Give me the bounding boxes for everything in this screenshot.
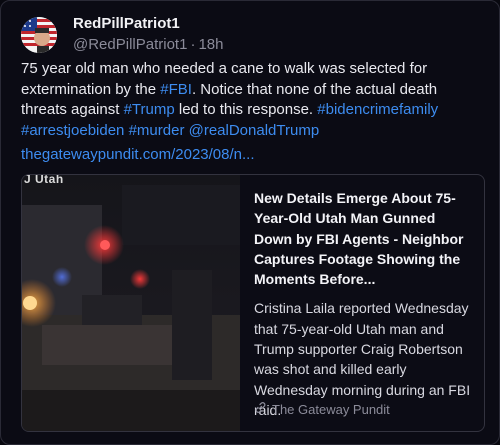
- post-url-link[interactable]: thegatewaypundit.com/2023/08/n...: [21, 145, 255, 165]
- link-preview-card[interactable]: J Utah New Details Emerge About 75-Year-…: [21, 174, 485, 432]
- meta-separator: ·: [190, 36, 196, 53]
- post-text-fragment: led to this response.: [174, 101, 318, 119]
- post-timestamp[interactable]: 18h: [198, 36, 223, 53]
- post-header: RedPillPatriot1 @RedPillPatriot1 · 18h: [21, 15, 223, 55]
- author-display-name[interactable]: RedPillPatriot1: [73, 15, 223, 33]
- author-meta: @RedPillPatriot1 · 18h: [73, 35, 223, 55]
- post-body-text: 75 year old man who needed a cane to wal…: [21, 59, 483, 141]
- link-preview-text: New Details Emerge About 75-Year-Old Uta…: [254, 188, 476, 420]
- post-card[interactable]: RedPillPatriot1 @RedPillPatriot1 · 18h 75 …: [0, 0, 500, 445]
- link-preview-title[interactable]: New Details Emerge About 75-Year-Old Uta…: [254, 188, 476, 289]
- link-icon: [254, 401, 267, 417]
- link-preview-source-name: The Gateway Pundit: [272, 401, 390, 417]
- hashtag-link[interactable]: #Trump: [124, 101, 175, 118]
- hashtag-link[interactable]: #arrestjoebiden: [21, 122, 124, 139]
- avatar-flag-icon[interactable]: [21, 17, 57, 53]
- link-preview-source[interactable]: The Gateway Pundit: [254, 401, 390, 417]
- author-handle[interactable]: @RedPillPatriot1: [73, 36, 187, 53]
- mention-link[interactable]: @realDonaldTrump: [189, 122, 320, 139]
- hashtag-link[interactable]: #FBI: [160, 81, 192, 98]
- link-preview-image[interactable]: J Utah: [22, 175, 240, 431]
- hashtag-link[interactable]: #murder: [129, 122, 185, 139]
- hashtag-link[interactable]: #bidencrimefamily: [317, 101, 438, 118]
- author-block: RedPillPatriot1 @RedPillPatriot1 · 18h: [73, 15, 223, 55]
- image-caption: J Utah: [24, 175, 64, 186]
